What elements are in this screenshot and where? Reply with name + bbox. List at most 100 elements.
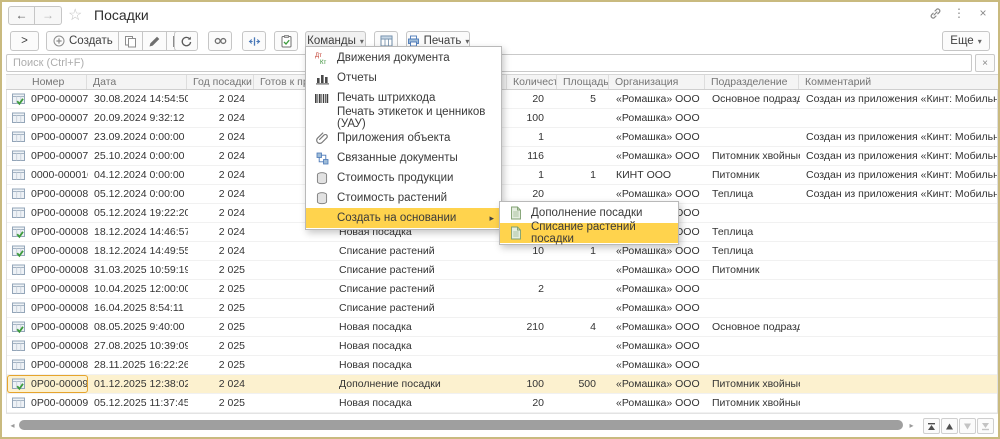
row-year: 2 025 [188, 394, 255, 412]
row-operation: Списание растений [333, 280, 508, 298]
row-quantity: 210 [508, 318, 558, 336]
column-header-organization[interactable]: Организация [609, 75, 705, 89]
table-row[interactable]: 0P00-00007825.10.2024 0:00:002 024116«Ро… [7, 147, 997, 166]
forward-button[interactable]: → [35, 6, 62, 25]
row-number: 0P00-000085 [31, 299, 88, 317]
menu-item[interactable]: Стоимость продукции [306, 168, 501, 188]
row-organization: «Ромашка» ООО [610, 128, 706, 146]
table-row[interactable]: 0P00-00008727.08.2025 10:39:092 025Новая… [7, 337, 997, 356]
row-year: 2 024 [188, 223, 255, 241]
go-first-button[interactable] [923, 418, 940, 434]
row-department: Теплица [706, 185, 800, 203]
column-header-area[interactable]: Площадь [557, 75, 609, 89]
column-header-number[interactable]: Номер [6, 75, 87, 89]
row-operation: Новая посадка [333, 318, 508, 336]
row-organization: «Ромашка» ООО [610, 280, 706, 298]
go-down-button[interactable] [959, 418, 976, 434]
row-number: 0P00-000086 [31, 280, 88, 298]
row-number-cell: 0P00-000082 [7, 223, 88, 241]
scroll-left-icon[interactable]: ◂ [8, 421, 17, 430]
row-quantity: 116 [508, 147, 558, 165]
page-title: Посадки [94, 7, 149, 23]
row-department: Питомник [706, 166, 800, 184]
row-ready [255, 280, 333, 298]
refresh-button[interactable] [174, 31, 198, 51]
menu-item[interactable]: Печать этикеток и ценников (УАУ) [306, 108, 501, 128]
table-row[interactable]: 0P00-00007130.08.2024 14:54:502 024205«Р… [7, 90, 997, 109]
scrollbar-thumb[interactable] [19, 420, 903, 430]
table-row[interactable]: 0P00-00009105.12.2025 11:37:452 025Новая… [7, 394, 997, 413]
row-comment: Создан из приложения «Кинт: Мобильный ТС… [800, 90, 997, 108]
table-row[interactable]: 0P00-00008431.03.2025 10:59:192 025Списа… [7, 261, 997, 280]
row-operation: Дополнение посадки [333, 375, 508, 393]
row-number: 0P00-000088 [31, 318, 88, 336]
menu-item-label: Печать штрихкода [337, 92, 435, 104]
row-organization: «Ромашка» ООО [610, 299, 706, 317]
go-last-button[interactable] [977, 418, 994, 434]
row-year: 2 024 [188, 90, 255, 108]
add-icon [52, 35, 65, 48]
table-row[interactable]: 0P00-00008610.04.2025 12:00:002 025Списа… [7, 280, 997, 299]
row-number: 0P00-000078 [31, 147, 88, 165]
column-header-quantity[interactable]: Количество [507, 75, 557, 89]
table-row[interactable]: 0P00-00008928.11.2025 16:22:262 025Новая… [7, 356, 997, 375]
column-header-date[interactable]: Дата [87, 75, 187, 89]
menu-item[interactable]: Печать штрихкода [306, 88, 501, 108]
row-year: 2 025 [188, 261, 255, 279]
table-row[interactable]: 0000-00001604.12.2024 0:00:002 02411КИНТ… [7, 166, 997, 185]
column-header-comment[interactable]: Комментарий [799, 75, 998, 89]
row-number: 0P00-000071 [31, 90, 88, 108]
kebab-menu-icon[interactable]: ⋮ [952, 6, 966, 20]
table-row[interactable]: 0P00-00007420.09.2024 9:32:122 024100«Ро… [7, 109, 997, 128]
menu-item[interactable]: Отчеты [306, 68, 501, 88]
row-organization: «Ромашка» ООО [610, 318, 706, 336]
edit-button[interactable] [143, 31, 167, 51]
table-row[interactable]: 0P00-00008516.04.2025 8:54:112 025Списан… [7, 299, 997, 318]
close-icon[interactable]: × [976, 6, 990, 20]
search-clear-button[interactable]: × [975, 54, 995, 72]
row-number-cell: 0P00-000086 [7, 280, 88, 298]
more-button[interactable]: Еще▾ [942, 31, 990, 51]
copy-button[interactable] [119, 31, 143, 51]
row-department [706, 109, 800, 127]
menu-item[interactable]: Создать на основании▸ [306, 208, 501, 228]
menu-item[interactable]: Связанные документы [306, 148, 501, 168]
row-operation: Списание растений [333, 261, 508, 279]
row-quantity: 2 [508, 280, 558, 298]
submenu-item[interactable]: Списание растений посадки [500, 223, 678, 243]
row-date: 10.04.2025 12:00:00 [88, 280, 188, 298]
submenu-item[interactable]: Дополнение посадки [500, 203, 678, 223]
column-header-department[interactable]: Подразделение [705, 75, 799, 89]
favorite-star-icon[interactable]: ☆ [68, 5, 82, 25]
row-quantity [508, 299, 558, 317]
row-area [558, 337, 610, 355]
horizontal-scrollbar[interactable]: ◂ ▸ [6, 417, 918, 434]
table-row[interactable]: 0P00-00009001.12.2025 12:38:022 024Допол… [7, 375, 997, 394]
move-item-button[interactable] [242, 31, 266, 51]
dtkt-icon: ДтКт [315, 51, 329, 65]
column-header-year[interactable]: Год посадки [187, 75, 254, 89]
go-up-button[interactable] [941, 418, 958, 434]
table-row[interactable]: 0P00-00008808.05.2025 9:40:002 025Новая … [7, 318, 997, 337]
menu-item[interactable]: Стоимость растений [306, 188, 501, 208]
create-button[interactable]: Создать [46, 31, 119, 51]
document-icon [12, 340, 26, 353]
edit-pencil-icon [148, 35, 161, 48]
submenu-item-label: Списание растений посадки [531, 221, 678, 245]
cost-icon [315, 191, 329, 205]
row-comment [800, 318, 997, 336]
menu-item[interactable]: ДтКтДвижения документа [306, 48, 501, 68]
row-area: 4 [558, 318, 610, 336]
check-tasks-button[interactable] [274, 31, 298, 51]
scroll-right-icon[interactable]: ▸ [907, 421, 916, 430]
table-row[interactable]: 0P00-00007523.09.2024 0:00:002 0241«Рома… [7, 128, 997, 147]
collapse-panel-button[interactable]: > [10, 31, 39, 51]
set-period-button[interactable] [208, 31, 232, 51]
move-item-icon [248, 35, 261, 48]
link-icon[interactable] [928, 6, 942, 20]
row-number: 0000-000016 [31, 166, 88, 184]
row-comment [800, 375, 997, 393]
row-comment [800, 394, 997, 412]
menu-item[interactable]: Приложения объекта [306, 128, 501, 148]
back-button[interactable]: ← [8, 6, 35, 25]
